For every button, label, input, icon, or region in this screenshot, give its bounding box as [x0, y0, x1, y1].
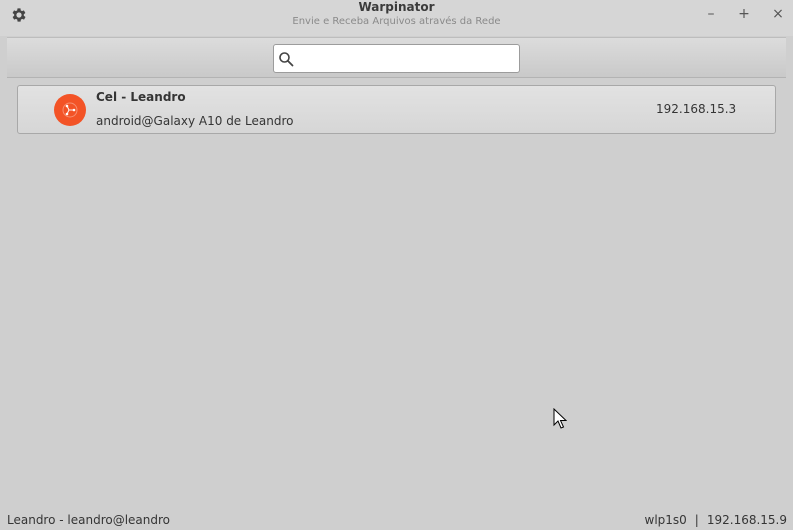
- search-input[interactable]: [298, 48, 513, 69]
- device-ip: 192.168.15.3: [656, 102, 737, 116]
- warpinator-window: Warpinator Envie e Receba Arquivos atrav…: [0, 0, 793, 530]
- status-user: Leandro - leandro@leandro: [7, 513, 171, 527]
- search-bar: [7, 37, 786, 78]
- titlebar: Warpinator Envie e Receba Arquivos atrav…: [0, 0, 793, 36]
- warpinator-share-icon: [54, 94, 86, 126]
- close-button[interactable]: ×: [768, 5, 788, 23]
- status-ip: 192.168.15.9: [706, 513, 787, 527]
- device-user: android@Galaxy A10 de Leandro: [96, 114, 294, 128]
- minimize-button[interactable]: –: [701, 5, 721, 23]
- window-subtitle: Envie e Receba Arquivos através da Rede: [292, 16, 501, 27]
- gear-icon[interactable]: [8, 4, 30, 26]
- maximize-button[interactable]: +: [734, 5, 754, 23]
- window-title: Warpinator: [358, 0, 435, 14]
- status-separator: |: [694, 513, 699, 527]
- status-network: wlp1s0 | 192.168.15.9: [645, 513, 788, 527]
- device-name: Cel - Leandro: [96, 90, 186, 104]
- title-block: Warpinator Envie e Receba Arquivos atrav…: [0, 0, 793, 28]
- device-row[interactable]: Cel - Leandro android@Galaxy A10 de Lean…: [17, 85, 776, 134]
- search-field[interactable]: [273, 44, 520, 73]
- status-bar: Leandro - leandro@leandro wlp1s0 | 192.168…: [0, 508, 793, 530]
- mouse-pointer-icon: [553, 408, 567, 429]
- search-icon: [279, 52, 294, 67]
- status-interface: wlp1s0: [644, 513, 687, 527]
